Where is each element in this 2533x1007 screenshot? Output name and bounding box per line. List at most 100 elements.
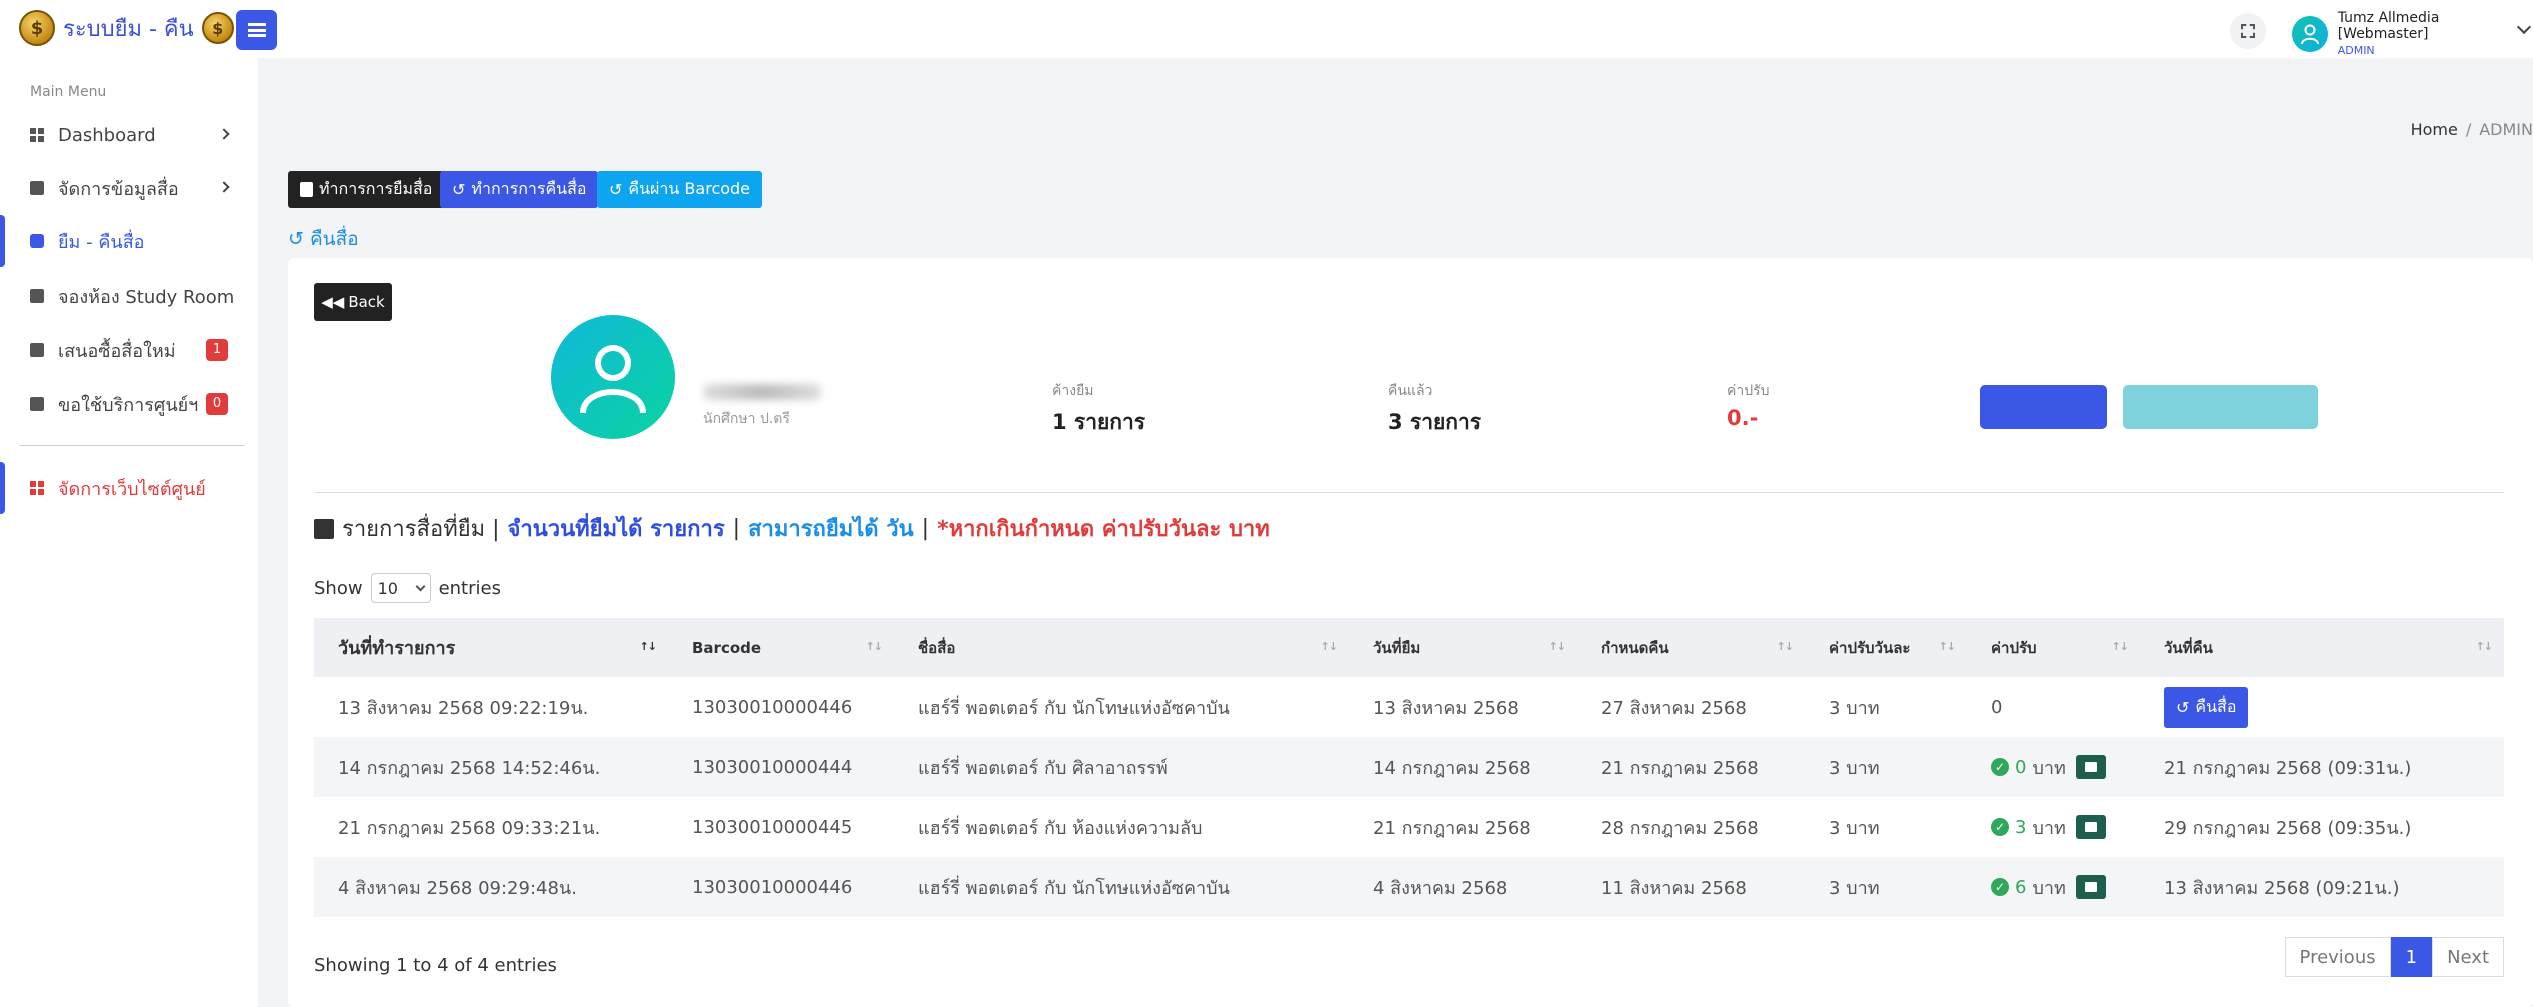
entries-label: Show (314, 577, 363, 599)
undo-icon: ↺ (288, 228, 304, 250)
user-role: ADMIN (2337, 44, 2375, 57)
breadcrumb: Home / ADMIN (2411, 120, 2533, 139)
sort-icon: ↑↓ (1776, 640, 1794, 653)
stat-label: ค้างยืม (1052, 383, 1094, 399)
cell-title: แฮร์รี่ พอตเตอร์ กับ นักโทษแห่งอัซคาบัน (918, 697, 1230, 719)
sidebar-item-label: ขอใช้บริการศูนย์ฯ (58, 394, 199, 416)
sort-icon: ↑↓ (1548, 640, 1566, 653)
sidebar-item-dashboard[interactable]: Dashboard (0, 115, 258, 155)
sidebar-item-study-room[interactable]: จองห้อง Study Room (0, 276, 258, 316)
check-circle-icon: ✓ (1991, 878, 2009, 896)
sort-icon: ↑↓ (1320, 640, 1338, 653)
table-info: Showing 1 to 4 of 4 entries (314, 955, 557, 976)
sidebar-item-label: Dashboard (58, 124, 156, 146)
coin-logo-icon: $ (201, 12, 234, 44)
cell-fine: 0 (1991, 696, 2003, 718)
reader-icon (314, 518, 334, 539)
table-row: 14 กรกฎาคม 2568 14:52:46น. 1303001000044… (314, 737, 2504, 797)
sort-icon: ↑↓ (639, 640, 657, 653)
stat-value: 0.- (1727, 406, 1759, 430)
cell-barcode: 13030010000444 (668, 737, 894, 797)
separator: | (921, 516, 930, 541)
stat-value: 3 รายการ (1388, 410, 1482, 434)
column-header[interactable]: วันที่ยืม ↑↓ (1349, 618, 1577, 677)
return-media-button[interactable]: ↺ ทำการการคืนสื่อ (440, 171, 599, 208)
entries-control: Show 10 entries (314, 573, 501, 603)
pagination: Previous 1 Next (2284, 937, 2504, 977)
fullscreen-button[interactable] (2230, 13, 2266, 49)
primary-action-button[interactable] (1980, 385, 2107, 429)
entries-select[interactable]: 10 (370, 573, 431, 603)
fine-amount: 3 (2015, 816, 2027, 838)
cell-due-date: 11 สิงหาคม 2568 (1577, 857, 1805, 917)
cell-rate: 3 บาท (1829, 697, 1880, 719)
sidebar-item-borrow-return[interactable]: ยืม - คืนสื่อ (0, 215, 258, 267)
cell-title: แฮร์รี่ พอตเตอร์ กับ นักโทษแห่งอัซคาบัน (894, 857, 1349, 917)
sort-icon: ↑↓ (865, 640, 883, 653)
button-label: ทำการการคืนสื่อ (471, 179, 587, 198)
sidebar-item-propose-media[interactable]: เสนอซื้อสื่อใหม่ 1 (0, 330, 258, 370)
separator: | (732, 516, 741, 541)
previous-page-button[interactable]: Previous (2284, 937, 2391, 977)
sidebar-item-website[interactable]: จัดการเว็บไซต์ศูนย์ (0, 462, 258, 514)
divider (314, 492, 2504, 493)
title-text: รายการสื่อที่ยืม | (342, 517, 500, 542)
sidebar-item-label: จัดการข้อมูลสื่อ (58, 178, 179, 200)
print-button[interactable] (2075, 755, 2106, 779)
cell-return: ↺ คืนสื่อ (2140, 677, 2504, 737)
cell-title: แฮร์รี่ พอตเตอร์ กับ ศิลาอาถรรพ์ (894, 737, 1349, 797)
column-header[interactable]: ค่าปรับวันละ ↑↓ (1805, 618, 1967, 677)
table-row: 13 สิงหาคม 2568 09:22:19น. 1303001000044… (314, 677, 2504, 737)
hamburger-icon (247, 23, 266, 37)
sidebar-item-media[interactable]: จัดการข้อมูลสื่อ (0, 168, 258, 208)
user-icon (2300, 24, 2319, 44)
blurred-name (703, 384, 821, 400)
return-media-button[interactable]: ↺ คืนสื่อ (2164, 686, 2249, 728)
printer-icon (2084, 882, 2097, 892)
breadcrumb-current: ADMIN (2479, 120, 2533, 139)
print-button[interactable] (2075, 875, 2106, 899)
user-menu[interactable]: Tumz Allmedia [Webmaster] ADMIN (2292, 10, 2533, 57)
chevron-right-icon (218, 181, 230, 193)
column-header[interactable]: Barcode ↑↓ (668, 618, 894, 677)
print-button[interactable] (2075, 815, 2106, 839)
column-header[interactable]: กำหนดคืน ↑↓ (1577, 618, 1805, 677)
cell-title: แฮร์รี่ พอตเตอร์ กับ ห้องแห่งความลับ (918, 817, 1203, 839)
grid-icon (30, 481, 44, 495)
book-icon (30, 343, 44, 357)
back-button[interactable]: ◀◀ Back (314, 283, 392, 321)
stat-value: 1 รายการ (1052, 410, 1146, 434)
chevron-down-icon (415, 581, 426, 591)
book-icon (30, 397, 44, 411)
cell-barcode: 13030010000445 (692, 816, 853, 838)
breadcrumb-home[interactable]: Home (2411, 120, 2458, 139)
next-page-button[interactable]: Next (2432, 937, 2504, 977)
stat-label: ค่าปรับ (1727, 383, 1770, 399)
menu-toggle-button[interactable] (236, 10, 277, 50)
fine-note: *หากเกินกำหนด ค่าปรับวันละ บาท (937, 517, 1270, 542)
cell-barcode: 13030010000446 (668, 857, 894, 917)
page-title-text: คืนสื่อ (309, 228, 359, 250)
page-button[interactable]: 1 (2390, 937, 2433, 977)
borrow-media-button[interactable]: ทำการการยืมสื่อ (288, 171, 445, 208)
button-label: ทำการการยืมสื่อ (319, 179, 433, 198)
barcode-return-button[interactable]: ↺ คืนผ่าน Barcode (597, 171, 763, 208)
content-card: ◀◀ Back นักศึกษา ป.ตรี ค้างยืม 1 รายการ … (288, 258, 2533, 1007)
divider (20, 445, 244, 446)
sidebar-item-label: จัดการเว็บไซต์ศูนย์ (58, 478, 206, 500)
check-circle-icon: ✓ (1991, 818, 2009, 836)
column-header[interactable]: วันที่ทำรายการ ↑↓ (314, 618, 668, 677)
column-header[interactable]: วันที่คืน ↑↓ (2140, 618, 2504, 677)
column-header[interactable]: ค่าปรับ ↑↓ (1967, 618, 2140, 677)
cell-date: 13 สิงหาคม 2568 09:22:19น. (338, 697, 589, 719)
secondary-action-button[interactable] (2123, 385, 2318, 429)
brand[interactable]: $ ระบบยืม - คืน $ (19, 10, 234, 46)
sidebar-item-service-request[interactable]: ขอใช้บริการศูนย์ฯ 0 (0, 384, 258, 424)
cell-returned-date: 13 สิงหาคม 2568 (09:21น.) (2140, 857, 2504, 917)
column-header[interactable]: ชื่อสื่อ ↑↓ (894, 618, 1349, 677)
button-label: Back (348, 293, 385, 311)
page-title: ↺ คืนสื่อ (288, 224, 359, 254)
borrow-list-title: รายการสื่อที่ยืม | จำนวนที่ยืมได้ รายการ… (314, 511, 1270, 546)
cell-fine: ✓ 6 บาท (1967, 857, 2140, 917)
cell-date: 4 สิงหาคม 2568 09:29:48น. (314, 857, 668, 917)
